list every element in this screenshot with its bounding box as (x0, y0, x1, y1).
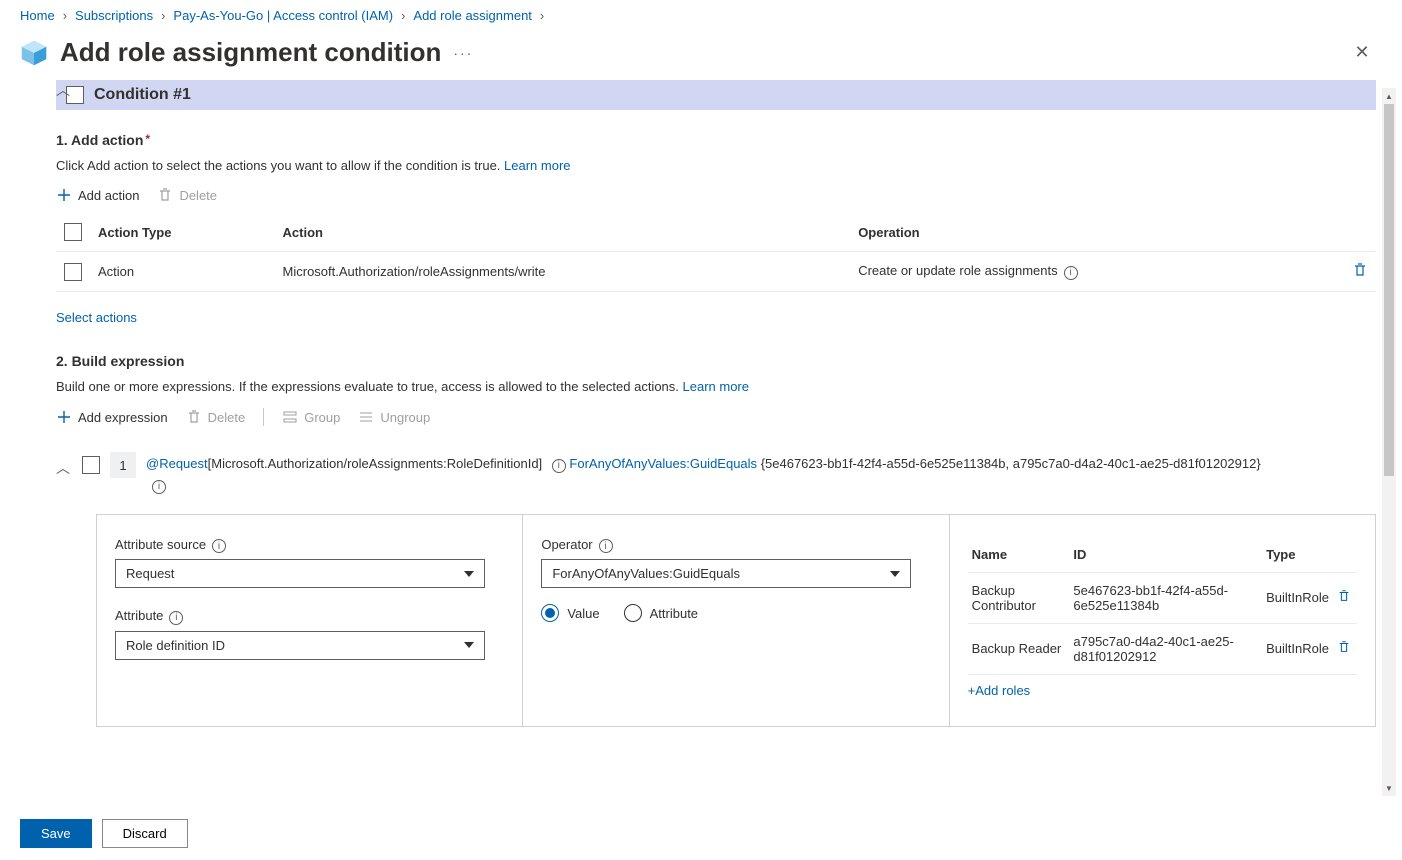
scrollbar-thumb[interactable] (1384, 104, 1394, 476)
breadcrumb-home[interactable]: Home (20, 8, 55, 23)
col-operation: Operation (850, 215, 1336, 252)
delete-action-button[interactable]: Delete (157, 187, 217, 203)
chevron-right-icon: › (401, 8, 405, 23)
col-id: ID (1069, 541, 1262, 573)
condition-header[interactable]: Condition #1 (56, 80, 1376, 110)
expression-summary: @Request[Microsoft.Authorization/roleAss… (146, 454, 1376, 496)
chevron-right-icon: › (161, 8, 165, 23)
breadcrumb-subscriptions[interactable]: Subscriptions (75, 8, 153, 23)
actions-table: Action Type Action Operation Action Micr… (56, 215, 1376, 292)
action-row-operation: Create or update role assignmentsi (850, 252, 1336, 292)
collapse-condition-icon[interactable]: ︿ (56, 80, 70, 100)
scroll-down-icon[interactable]: ▼ (1382, 780, 1396, 796)
attribute-source-label: Attribute sourcei (115, 537, 504, 554)
expression-editor-panels: Attribute sourcei Request Attributei Rol… (96, 514, 1376, 727)
info-icon[interactable]: i (152, 480, 166, 494)
ungroup-button[interactable]: Ungroup (358, 409, 430, 425)
operator-select[interactable]: ForAnyOfAnyValues:GuidEquals (541, 559, 911, 588)
toolbar-divider (263, 408, 264, 426)
chevron-right-icon: › (540, 8, 544, 23)
attribute-select[interactable]: Role definition ID (115, 631, 485, 660)
info-icon[interactable]: i (552, 459, 566, 473)
add-expression-button[interactable]: Add expression (56, 409, 168, 425)
role-row: Backup Reader a795c7a0-d4a2-40c1-ae25-d8… (968, 623, 1357, 674)
attribute-source-select[interactable]: Request (115, 559, 485, 588)
role-row: Backup Contributor 5e467623-bb1f-42f4-a5… (968, 572, 1357, 623)
close-icon[interactable]: ✕ (1350, 41, 1374, 65)
action-row[interactable]: Action Microsoft.Authorization/roleAssig… (56, 252, 1376, 292)
info-icon[interactable]: i (1064, 266, 1078, 280)
breadcrumb-iam[interactable]: Pay-As-You-Go | Access control (IAM) (173, 8, 393, 23)
section-build-expression-title: 2. Build expression (56, 353, 1376, 369)
col-action-type: Action Type (90, 215, 275, 252)
expression-checkbox[interactable] (82, 456, 100, 474)
build-expression-learn-more[interactable]: Learn more (683, 379, 749, 394)
action-row-checkbox[interactable] (64, 263, 82, 281)
roles-table: Name ID Type Backup Contributor 5e467623… (968, 541, 1357, 675)
attribute-radio[interactable]: Attribute (624, 604, 698, 622)
discard-button[interactable]: Discard (102, 819, 188, 848)
col-type: Type (1262, 541, 1333, 573)
scroll-up-icon[interactable]: ▲ (1382, 88, 1396, 104)
operator-panel: Operatori ForAnyOfAnyValues:GuidEquals V… (522, 515, 948, 726)
required-indicator: * (145, 132, 150, 146)
trash-icon (186, 409, 202, 425)
trash-icon (157, 187, 173, 203)
plus-icon (56, 409, 72, 425)
expression-number: 1 (110, 452, 136, 478)
action-row-action: Microsoft.Authorization/roleAssignments/… (275, 252, 851, 292)
delete-action-row-icon[interactable] (1352, 266, 1368, 281)
plus-icon (56, 187, 72, 203)
add-action-learn-more[interactable]: Learn more (504, 158, 570, 173)
delete-role-icon[interactable] (1337, 642, 1351, 657)
page-title: Add role assignment condition (60, 37, 441, 68)
group-icon (282, 409, 298, 425)
operator-label: Operatori (541, 537, 930, 554)
more-icon[interactable]: ··· (453, 45, 473, 61)
section-build-expression-help: Build one or more expressions. If the ex… (56, 379, 1376, 394)
info-icon[interactable]: i (599, 539, 613, 553)
collapse-expression-icon[interactable]: ︿ (56, 458, 72, 478)
breadcrumb: Home › Subscriptions › Pay-As-You-Go | A… (0, 0, 1402, 27)
select-all-actions-checkbox[interactable] (64, 223, 82, 241)
ungroup-icon (358, 409, 374, 425)
attribute-label: Attributei (115, 608, 504, 625)
col-action: Action (275, 215, 851, 252)
delete-role-icon[interactable] (1337, 591, 1351, 606)
breadcrumb-add-role[interactable]: Add role assignment (413, 8, 532, 23)
chevron-right-icon: › (63, 8, 67, 23)
section-add-action-help: Click Add action to select the actions y… (56, 158, 1376, 173)
save-button[interactable]: Save (20, 819, 92, 848)
add-roles-link[interactable]: +Add roles (968, 683, 1031, 698)
add-action-button[interactable]: Add action (56, 187, 139, 203)
attribute-panel: Attribute sourcei Request Attributei Rol… (97, 515, 522, 726)
select-actions-link[interactable]: Select actions (56, 310, 137, 325)
info-icon[interactable]: i (169, 611, 183, 625)
info-icon[interactable]: i (212, 539, 226, 553)
values-panel: Name ID Type Backup Contributor 5e467623… (949, 515, 1375, 726)
section-add-action-title: 1. Add action* (56, 132, 1376, 148)
action-row-type: Action (90, 252, 275, 292)
condition-title: Condition #1 (94, 86, 191, 104)
value-radio[interactable]: Value (541, 604, 599, 622)
col-name: Name (968, 541, 1070, 573)
group-button[interactable]: Group (282, 409, 340, 425)
resource-cube-icon (20, 39, 48, 67)
vertical-scrollbar[interactable]: ▲ ▼ (1382, 88, 1396, 796)
delete-expression-button[interactable]: Delete (186, 409, 246, 425)
